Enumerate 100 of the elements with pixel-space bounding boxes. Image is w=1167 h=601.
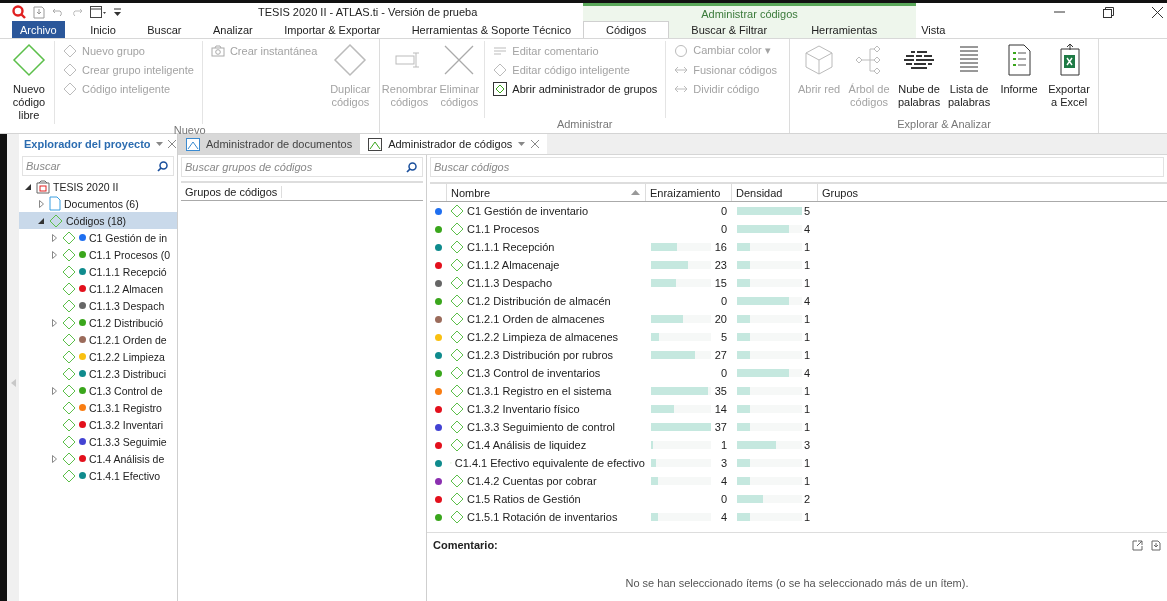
tree-item[interactable]: C1.4 Análisis de xyxy=(19,450,177,467)
close-icon[interactable] xyxy=(1152,6,1163,18)
customize-arrow-icon[interactable] xyxy=(113,7,122,17)
tree-item[interactable]: C1.2.3 Distribuci xyxy=(19,365,177,382)
column-header[interactable]: Densidad xyxy=(731,184,817,201)
menu-tab[interactable]: Buscar xyxy=(141,21,188,38)
tree-item[interactable]: C1.1.3 Despach xyxy=(19,297,177,314)
column-header[interactable]: Nombre xyxy=(446,184,631,201)
comment-label: Comentario: xyxy=(433,539,498,551)
code-name[interactable]: C1.1.1 Recepción xyxy=(467,241,555,253)
ribbon-button[interactable]: Nube de palabras xyxy=(894,41,945,111)
tree-item[interactable]: C1.1 Procesos (0 xyxy=(19,246,177,263)
tree-item[interactable]: TESIS 2020 II xyxy=(19,178,177,195)
density-value: 4 xyxy=(804,367,812,379)
code-name[interactable]: C1.4.2 Cuentas por cobrar xyxy=(467,475,597,487)
tree-item[interactable]: Documentos (6) xyxy=(19,195,177,212)
menu-tab[interactable]: Códigos xyxy=(583,21,670,38)
column-header[interactable]: Enraizamiento xyxy=(645,184,731,201)
code-name[interactable]: C1.5.1 Rotación de inventarios xyxy=(467,511,618,523)
collapsed-arrow-icon[interactable] xyxy=(51,233,57,242)
density-value: 1 xyxy=(804,241,812,253)
collapsed-arrow-icon[interactable] xyxy=(51,386,57,395)
tree-item[interactable]: C1.2.2 Limpieza xyxy=(19,348,177,365)
tree-item[interactable]: C1.3 Control de xyxy=(19,382,177,399)
code-name[interactable]: C1.1 Procesos xyxy=(467,223,540,235)
ribbon-button[interactable]: Nuevo código libre xyxy=(4,41,54,124)
collapsed-arrow-icon[interactable] xyxy=(38,199,44,208)
undo-icon[interactable] xyxy=(52,7,64,17)
diamond-icon xyxy=(63,43,77,58)
ribbon-button[interactable]: Lista de palabras xyxy=(944,41,995,111)
project-icon xyxy=(36,179,50,194)
code-name[interactable]: C1.3.3 Seguimiento de control xyxy=(467,421,615,433)
code-name[interactable]: C1.5 Ratios de Gestión xyxy=(467,493,581,505)
expanded-arrow-icon[interactable] xyxy=(38,217,44,224)
expanded-arrow-icon[interactable] xyxy=(25,183,31,190)
rootedness-value: 4 xyxy=(719,475,728,487)
search-box[interactable]: Buscar códigos xyxy=(430,157,1164,177)
tree-item[interactable]: C1.3.2 Inventari xyxy=(19,416,177,433)
tree-item[interactable]: C1.4.1 Efectivo xyxy=(19,467,177,484)
code-name[interactable]: C1.3.1 Registro en el sistema xyxy=(467,385,612,397)
code-name[interactable]: C1 Gestión de inventario xyxy=(467,205,589,217)
collapsed-arrow-icon[interactable] xyxy=(51,318,57,327)
tree-item[interactable]: C1 Gestión de in xyxy=(19,229,177,246)
document-tab[interactable]: Administrador de documentos xyxy=(178,134,361,154)
code-name[interactable]: C1.4.1 Efectivo equivalente de efectivo xyxy=(454,457,645,469)
search-box[interactable]: Buscar grupos de códigos xyxy=(181,157,423,177)
code-name[interactable]: C1.3 Control de inventarios xyxy=(467,367,601,379)
diamond-icon xyxy=(63,62,77,77)
search-icon[interactable] xyxy=(406,161,417,173)
code-name[interactable]: C1.1.3 Despacho xyxy=(467,277,552,289)
tree-item[interactable]: C1.1.1 Recepció xyxy=(19,263,177,280)
tree-item[interactable]: C1.3.3 Seguimie xyxy=(19,433,177,450)
ribbon-button[interactable]: Exportar a Excel xyxy=(1044,41,1095,111)
code-name[interactable]: C1.3.2 Inventario físico xyxy=(467,403,580,415)
window-icon xyxy=(186,137,200,151)
redo-icon[interactable] xyxy=(71,7,83,17)
code-name[interactable]: C1.1.2 Almacenaje xyxy=(467,259,560,271)
dropdown-arrow-icon[interactable] xyxy=(518,142,526,146)
document-tab[interactable]: Administrador de códigos xyxy=(360,134,548,154)
rootedness-value: 14 xyxy=(713,403,728,415)
menu-tab[interactable]: Inicio xyxy=(84,21,122,38)
search-box[interactable]: Buscar xyxy=(22,156,174,176)
external-link-icon[interactable] xyxy=(1132,539,1143,551)
search-field[interactable]: Buscar códigos xyxy=(434,161,1158,173)
collapsed-arrow-icon[interactable] xyxy=(51,250,57,259)
restore-icon[interactable] xyxy=(1103,6,1114,18)
tree-item[interactable]: C1.2.1 Orden de xyxy=(19,331,177,348)
menu-tab[interactable]: Herramientas xyxy=(789,21,900,38)
export-icon[interactable] xyxy=(1151,539,1161,551)
rootedness-value: 3 xyxy=(719,457,728,469)
menu-tab[interactable]: Importar & Exportar xyxy=(278,21,387,38)
save-icon[interactable] xyxy=(33,5,45,19)
search-field[interactable]: Buscar grupos de códigos xyxy=(185,161,406,173)
search-field[interactable]: Buscar xyxy=(26,160,157,172)
collapsed-arrow-icon[interactable] xyxy=(51,454,57,463)
code-name[interactable]: C1.2.3 Distribución por rubros xyxy=(467,349,614,361)
ribbon-button[interactable]: Informe xyxy=(994,41,1045,98)
menu-tab[interactable]: Buscar & Filtrar xyxy=(669,21,790,38)
tree-item[interactable]: C1.2 Distribució xyxy=(19,314,177,331)
rootedness-value: 16 xyxy=(713,241,728,253)
dropdown-arrow-icon[interactable] xyxy=(155,142,163,146)
density-value: 1 xyxy=(804,259,812,271)
diamond-icon xyxy=(63,81,77,96)
menu-tab[interactable]: Analizar xyxy=(207,21,259,38)
code-name[interactable]: C1.2.1 Orden de almacenes xyxy=(467,313,605,325)
search-icon[interactable] xyxy=(157,160,168,172)
window-layout-icon[interactable] xyxy=(90,5,106,19)
menu-tab[interactable]: Archivo xyxy=(12,21,65,38)
code-name[interactable]: C1.4 Análisis de liquidez xyxy=(467,439,587,451)
code-name[interactable]: C1.2 Distribución de almacén xyxy=(467,295,611,307)
ribbon-button[interactable]: Abrir administrador de grupos xyxy=(491,79,660,98)
column-header[interactable]: Grupos de códigos xyxy=(181,185,283,198)
tree-item[interactable]: C1.3.1 Registro xyxy=(19,399,177,416)
code-name[interactable]: C1.2.2 Limpieza de almacenes xyxy=(467,331,619,343)
menu-tab[interactable]: Vista xyxy=(899,21,968,38)
menu-tab[interactable]: Herramientas & Soporte Técnico xyxy=(405,21,577,38)
tree-item[interactable]: Códigos (18) xyxy=(19,212,177,229)
column-header[interactable]: Grupos xyxy=(817,184,1167,201)
tree-item[interactable]: C1.1.2 Almacen xyxy=(19,280,177,297)
diamond-icon xyxy=(12,43,46,77)
